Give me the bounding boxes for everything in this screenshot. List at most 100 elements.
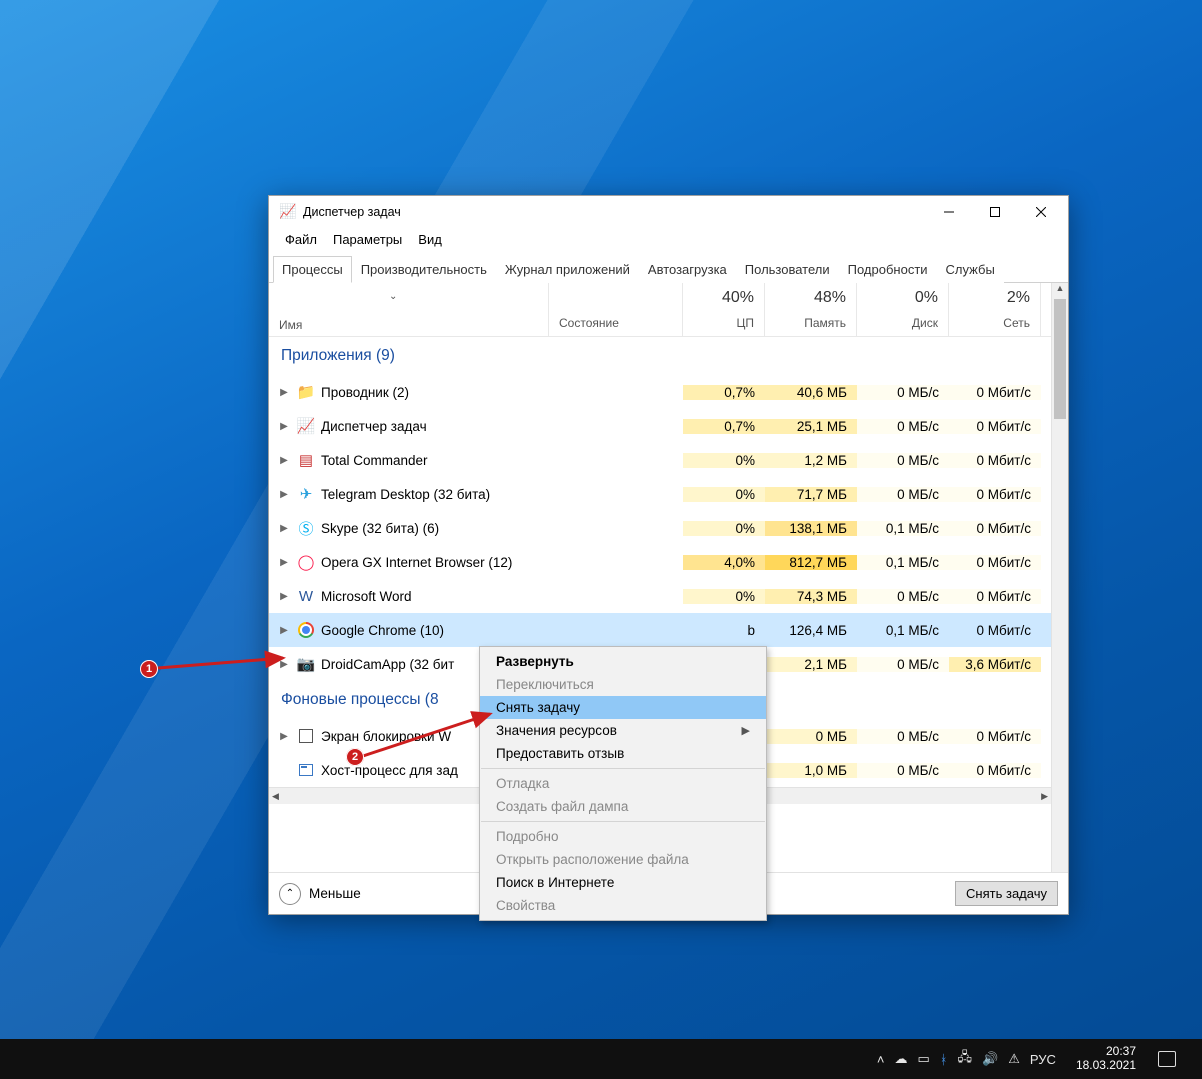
- proc-mem: 812,7 МБ: [765, 555, 857, 570]
- proc-net: 0 Мбит/с: [949, 623, 1041, 638]
- col-name[interactable]: ⌄ Имя: [269, 283, 549, 336]
- ctx-dump-label: Создать файл дампа: [496, 799, 628, 814]
- proc-name: Microsoft Word: [321, 589, 412, 604]
- expand-icon[interactable]: ▶: [277, 421, 291, 432]
- proc-name: Skype (32 бита) (6): [321, 521, 439, 536]
- proc-mem: 138,1 МБ: [765, 521, 857, 536]
- fewer-details-button[interactable]: ⌃: [279, 883, 301, 905]
- col-mem-label: Память: [765, 316, 846, 330]
- ctx-details: Подробно: [480, 825, 766, 848]
- expand-icon[interactable]: ▶: [277, 557, 291, 568]
- col-state-label: Состояние: [559, 316, 619, 330]
- menu-params[interactable]: Параметры: [327, 230, 408, 249]
- proc-disk: 0 МБ/с: [857, 487, 949, 502]
- proc-name: Проводник (2): [321, 385, 409, 400]
- scroll-up-icon[interactable]: ▲: [1052, 283, 1068, 299]
- battery-icon[interactable]: ▭: [917, 1051, 929, 1067]
- expand-icon[interactable]: ▶: [277, 523, 291, 534]
- security-icon[interactable]: ⚠: [1008, 1051, 1020, 1067]
- proc-cpu: 0,7%: [683, 419, 765, 434]
- col-cpu-label: ЦП: [683, 316, 754, 330]
- table-row[interactable]: ▶📁Проводник (2) 0,7%40,6 МБ0 МБ/с0 Мбит/…: [269, 375, 1051, 409]
- tab-apphistory[interactable]: Журнал приложений: [496, 256, 639, 283]
- table-row[interactable]: ▶ⓈSkype (32 бита) (6) 0%138,1 МБ0,1 МБ/с…: [269, 511, 1051, 545]
- annotation-arrow-1: [158, 648, 298, 678]
- proc-disk: 0 МБ/с: [857, 763, 949, 778]
- ctx-expand-label: Развернуть: [496, 654, 574, 669]
- tab-startup[interactable]: Автозагрузка: [639, 256, 736, 283]
- end-task-button[interactable]: Снять задачу: [955, 881, 1058, 906]
- show-desktop-button[interactable]: [1182, 1039, 1202, 1079]
- context-menu: Развернуть Переключиться Снять задачу Зн…: [479, 646, 767, 921]
- bluetooth-icon[interactable]: ᚼ: [940, 1052, 948, 1067]
- table-row[interactable]: ▶▤Total Commander 0%1,2 МБ0 МБ/с0 Мбит/с: [269, 443, 1051, 477]
- volume-icon[interactable]: 🔊: [982, 1051, 998, 1067]
- fewer-details-label: Меньше: [309, 886, 361, 901]
- vertical-scrollbar[interactable]: ▲: [1051, 283, 1068, 872]
- tab-performance[interactable]: Производительность: [352, 256, 496, 283]
- menu-file[interactable]: Файл: [279, 230, 323, 249]
- menu-view[interactable]: Вид: [412, 230, 448, 249]
- action-center-icon[interactable]: [1158, 1051, 1176, 1067]
- expand-icon[interactable]: ▶: [277, 625, 291, 636]
- language-indicator[interactable]: РУС: [1030, 1052, 1056, 1067]
- ctx-end-task[interactable]: Снять задачу: [480, 696, 766, 719]
- chevron-right-icon: ▶: [742, 724, 750, 737]
- proc-name: Telegram Desktop (32 бита): [321, 487, 490, 502]
- onedrive-icon[interactable]: ☁: [894, 1051, 907, 1067]
- col-disk[interactable]: 0%Диск: [857, 283, 949, 336]
- titlebar[interactable]: 📈 Диспетчер задач: [269, 196, 1068, 228]
- expand-icon[interactable]: ▶: [277, 489, 291, 500]
- proc-mem: 25,1 МБ: [765, 419, 857, 434]
- proc-net: 0 Мбит/с: [949, 453, 1041, 468]
- proc-disk: 0,1 МБ/с: [857, 623, 949, 638]
- proc-net: 0 Мбит/с: [949, 589, 1041, 604]
- app-icon: 📈: [279, 204, 295, 220]
- tab-users[interactable]: Пользователи: [736, 256, 839, 283]
- proc-mem: 126,4 МБ: [765, 623, 857, 638]
- proc-net: 0 Мбит/с: [949, 729, 1041, 744]
- col-mem[interactable]: 48%Память: [765, 283, 857, 336]
- col-net[interactable]: 2%Сеть: [949, 283, 1041, 336]
- minimize-button[interactable]: [926, 196, 972, 228]
- expand-icon[interactable]: ▶: [277, 455, 291, 466]
- maximize-icon: [990, 207, 1000, 217]
- table-row-selected[interactable]: ▶Google Chrome (10) b126,4 МБ0,1 МБ/с0 М…: [269, 613, 1051, 647]
- expand-icon[interactable]: ▶: [277, 731, 291, 742]
- tab-processes[interactable]: Процессы: [273, 256, 352, 283]
- col-name-label: Имя: [279, 318, 538, 332]
- tab-services[interactable]: Службы: [937, 256, 1004, 283]
- proc-disk: 0 МБ/с: [857, 729, 949, 744]
- network-icon[interactable]: 🖧: [958, 1048, 973, 1070]
- explorer-icon: 📁: [297, 383, 315, 401]
- proc-net: 0 Мбит/с: [949, 487, 1041, 502]
- proc-disk: 0,1 МБ/с: [857, 521, 949, 536]
- col-state[interactable]: Состояние: [549, 283, 683, 336]
- ctx-switch-label: Переключиться: [496, 677, 594, 692]
- col-cpu[interactable]: 40%ЦП: [683, 283, 765, 336]
- proc-cpu: 0%: [683, 589, 765, 604]
- annotation-badge-1: 1: [140, 660, 158, 678]
- scroll-thumb[interactable]: [1054, 299, 1066, 419]
- expand-icon[interactable]: ▶: [277, 591, 291, 602]
- expand-icon[interactable]: ▶: [277, 387, 291, 398]
- ctx-separator: [481, 821, 765, 822]
- ctx-feedback[interactable]: Предоставить отзыв: [480, 742, 766, 765]
- table-row[interactable]: ▶◯Opera GX Internet Browser (12) 4,0%812…: [269, 545, 1051, 579]
- ctx-search-online[interactable]: Поиск в Интернете: [480, 871, 766, 894]
- ctx-resource-values[interactable]: Значения ресурсов▶: [480, 719, 766, 742]
- proc-net: 0 Мбит/с: [949, 555, 1041, 570]
- group-apps-header[interactable]: Приложения (9): [269, 337, 1051, 375]
- table-row[interactable]: ▶✈Telegram Desktop (32 бита) 0%71,7 МБ0 …: [269, 477, 1051, 511]
- maximize-button[interactable]: [972, 196, 1018, 228]
- annotation-arrow-2: [360, 702, 510, 772]
- taskbar[interactable]: ˄ ☁ ▭ ᚼ 🖧 🔊 ⚠ РУС 20:37 18.03.2021: [0, 1039, 1182, 1079]
- tray-chevron-icon[interactable]: ˄: [877, 1052, 885, 1067]
- clock[interactable]: 20:37 18.03.2021: [1076, 1045, 1136, 1073]
- table-row[interactable]: ▶WMicrosoft Word 0%74,3 МБ0 МБ/с0 Мбит/с: [269, 579, 1051, 613]
- ctx-expand[interactable]: Развернуть: [480, 650, 766, 673]
- proc-name: DroidCamApp (32 бит: [321, 657, 454, 672]
- close-button[interactable]: [1018, 196, 1064, 228]
- tab-details[interactable]: Подробности: [839, 256, 937, 283]
- table-row[interactable]: ▶📈Диспетчер задач 0,7%25,1 МБ0 МБ/с0 Мби…: [269, 409, 1051, 443]
